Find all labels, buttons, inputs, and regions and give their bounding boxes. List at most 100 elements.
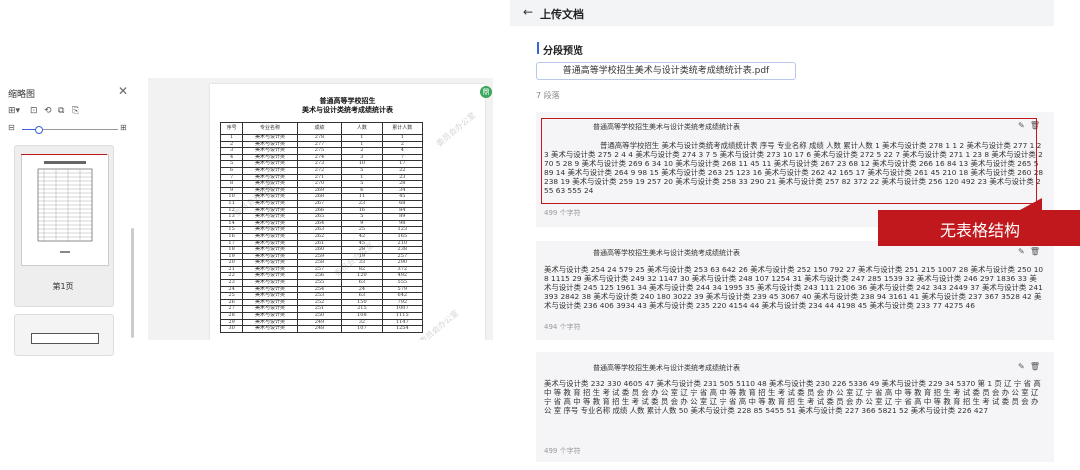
table-cell: 290: [381, 259, 424, 267]
insert-page-icon[interactable]: ⊡: [30, 106, 38, 116]
table-row: 14 美术与设计类 264 9 98: [219, 219, 424, 228]
segment-heading: 普通高等学校招生美术与设计类统考成绩统计表: [593, 249, 740, 257]
table-cell: 28: [381, 180, 424, 188]
edit-icon[interactable]: ✎: [1018, 362, 1025, 371]
table-cell: 492: [381, 272, 424, 281]
annotation-text: 无表格结构: [940, 221, 1021, 240]
table-row: 6 美术与设计类 272 5 22: [219, 166, 424, 175]
table-cell: 68: [381, 199, 424, 208]
segment-actions: ✎ 🗑: [1018, 247, 1040, 256]
table-cell: 63: [341, 292, 383, 300]
extract-page-icon[interactable]: ⎘: [72, 106, 79, 116]
table-cell: 107: [341, 325, 383, 333]
table-cell: 1: [381, 134, 424, 142]
table-cell: 4: [219, 153, 244, 162]
watermark: 委员会办公室: [434, 110, 478, 149]
table-cell: 美术与设计类: [242, 140, 298, 149]
table-row: 29 美术与设计类 249 32 1147: [219, 318, 424, 327]
table-cell: 美术与设计类: [242, 173, 298, 182]
table-cell: 259: [296, 252, 343, 261]
thumbnail-scrollbar[interactable]: [131, 228, 134, 338]
table-cell: 美术与设计类: [242, 219, 298, 228]
zoom-handle[interactable]: [35, 126, 43, 134]
table-cell: 22: [381, 166, 424, 175]
zoom-out-icon[interactable]: ⊟: [8, 123, 15, 132]
thumbnail-selection-line: [21, 154, 107, 155]
table-header-cell: 人数: [341, 122, 383, 135]
delete-icon[interactable]: 🗑: [1030, 247, 1040, 256]
edit-icon[interactable]: ✎: [1018, 247, 1025, 256]
table-cell: 253: [296, 292, 343, 300]
table-cell: 3: [219, 147, 244, 155]
table-cell: 1: [341, 173, 383, 182]
document-page: 普通高等学校招生 美术与设计类统考成绩统计表 序号 专业名称 成绩 人数 累计人数 1美…: [210, 84, 485, 340]
segment-char-count: 494 个字符: [544, 323, 581, 331]
table-row: 17 美术与设计类 261 45 210: [219, 239, 424, 248]
score-table: 序号 专业名称 成绩 人数 累计人数 1 美术与设计类 278 1 1 2 美术与设计类 277 1 2 3…: [219, 122, 424, 333]
table-cell: 美术与设计类: [242, 318, 298, 327]
zoom-in-icon[interactable]: ⊞: [120, 123, 127, 132]
table-cell: 11: [341, 193, 383, 201]
table-cell: 792: [381, 298, 424, 307]
table-cell: 120: [341, 272, 383, 281]
table-cell: 1: [341, 140, 383, 149]
table-cell: 257: [381, 252, 424, 261]
table-row: 3 美术与设计类 275 2 4: [219, 147, 424, 155]
table-cell: 165: [381, 232, 424, 241]
table-row: 18 美术与设计类 260 28 238: [219, 246, 424, 254]
table-cell: 268: [296, 193, 343, 201]
grid-view-icon[interactable]: ⊞▾: [8, 106, 20, 116]
table-cell: 美术与设计类: [242, 298, 298, 307]
table-cell: 8: [219, 180, 244, 188]
table-cell: 98: [381, 219, 424, 228]
section-accent-bar: [537, 42, 539, 54]
table-cell: 1: [341, 134, 383, 142]
delete-icon[interactable]: 🗑: [1030, 362, 1040, 371]
back-arrow-icon[interactable]: ←: [523, 5, 533, 19]
table-cell: 美术与设计类: [242, 226, 298, 234]
table-cell: 1147: [381, 318, 424, 327]
segment-char-count: 499 个字符: [544, 209, 581, 217]
highlight-box: [541, 118, 1037, 204]
table-cell: 249: [296, 318, 343, 327]
table-cell: 10: [219, 193, 244, 201]
table-cell: 19: [219, 252, 244, 261]
segment-card[interactable]: 普通高等学校招生美术与设计类统考成绩统计表 ✎ 🗑 美术与设计类 254 24 …: [536, 241, 1054, 340]
file-name-chip[interactable]: 普通高等学校招生美术与设计类统考成绩统计表.pdf: [536, 62, 796, 80]
zoom-slider[interactable]: ⊟ ⊞: [8, 123, 128, 136]
table-cell: 23: [341, 199, 383, 208]
page-title: 上传文档: [540, 8, 584, 21]
table-cell: 238: [381, 246, 424, 254]
table-header-cell: 累计人数: [381, 122, 424, 135]
table-cell: 248: [296, 325, 343, 333]
table-cell: 1: [219, 134, 244, 142]
rotate-page-icon[interactable]: ⟲: [44, 106, 52, 116]
table-cell: 5: [341, 166, 383, 175]
close-icon[interactable]: ✕: [118, 84, 128, 98]
table-cell: 美术与设计类: [242, 265, 298, 274]
page-thumbnail-2[interactable]: [14, 314, 114, 356]
table-cell: 555: [381, 279, 424, 287]
segment-card[interactable]: 普通高等学校招生美术与设计类统考成绩统计表 ✎ 🗑 美术与设计类 232 330…: [536, 352, 1054, 462]
assistant-badge[interactable]: 鼎: [480, 86, 492, 98]
copy-page-icon[interactable]: ⧉: [58, 106, 64, 116]
table-cell: 美术与设计类: [242, 272, 298, 281]
table-header-cell: 专业名称: [242, 122, 298, 135]
table-cell: 美术与设计类: [242, 325, 298, 333]
table-cell: 2: [219, 140, 244, 149]
table-row: 16 美术与设计类 262 42 165: [219, 232, 424, 241]
table-cell: 9: [341, 219, 383, 228]
thumbnail-table-preview: [37, 161, 93, 253]
page-thumbnail-preview: [21, 154, 109, 266]
table-row: 21 美术与设计类 257 82 372: [219, 265, 424, 274]
table-cell: 251: [296, 305, 343, 314]
table-cell: 273: [296, 160, 343, 168]
document-viewer[interactable]: 普通高等学校招生 美术与设计类统考成绩统计表 序号 专业名称 成绩 人数 累计人数 1美…: [148, 78, 493, 340]
table-cell: 254: [296, 285, 343, 294]
header-bar: [510, 0, 1054, 26]
table-cell: 5: [341, 180, 383, 188]
table-cell: 5: [341, 213, 383, 221]
segment-text: 美术与设计类 232 330 4605 47 美术与设计类 231 505 51…: [544, 379, 1041, 415]
table-header-cell: 序号: [219, 122, 244, 135]
table-row: 8 美术与设计类 270 5 28: [219, 180, 424, 188]
